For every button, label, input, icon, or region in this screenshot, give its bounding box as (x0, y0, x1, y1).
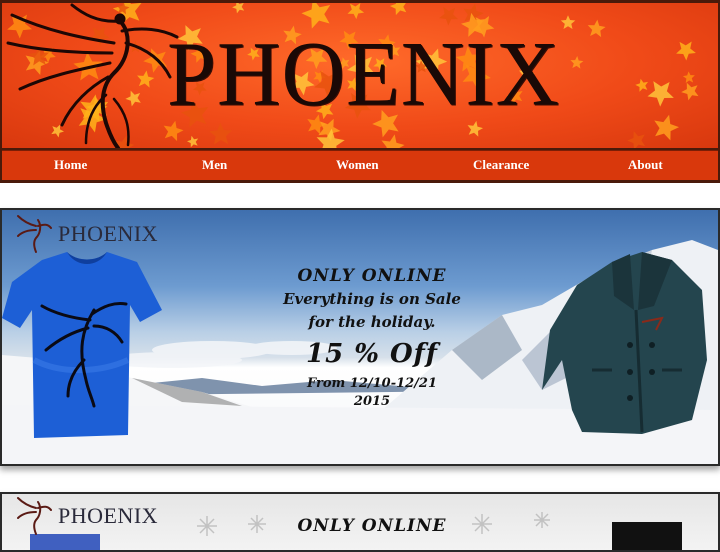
leaf-decoration (627, 131, 646, 148)
leaf-decoration (681, 82, 699, 101)
main-nav: Home Men Women Clearance About (2, 150, 718, 180)
leaf-decoration (635, 78, 649, 92)
nav-home[interactable]: Home (54, 151, 87, 180)
promo-2-message: ONLY ONLINE (252, 514, 492, 538)
leaf-decoration (560, 15, 576, 29)
leaf-decoration (682, 71, 695, 83)
phoenix-logo-icon (17, 497, 52, 535)
leaf-decoration (232, 3, 245, 14)
header-banner: PHOENIX (2, 3, 718, 148)
leaf-decoration (389, 3, 407, 16)
nav-clearance[interactable]: Clearance (473, 151, 529, 180)
promo-discount: 15 % Off (305, 339, 438, 369)
phoenix-bird-icon (6, 3, 179, 148)
promo-subline: Everything is on Sale (283, 290, 461, 308)
promo-2-brand-name: PHOENIX (58, 503, 159, 528)
promo-subline-2: for the holiday. (308, 313, 436, 331)
promo-brand-logo: PHOENIX (16, 214, 158, 254)
leaf-decoration (647, 81, 674, 107)
promo-dates: From 12/10-12/21 (306, 376, 438, 391)
leaf-decoration (186, 135, 199, 148)
leaf-decoration (347, 3, 365, 20)
site-title: PHOENIX (167, 23, 561, 126)
phoenix-logo-icon (17, 215, 52, 253)
nav-women[interactable]: Women (336, 151, 379, 180)
promo-banner-winter[interactable]: PHOENIX ONLY ONLINE (0, 492, 720, 552)
leaf-decoration (587, 19, 606, 38)
leaf-decoration (676, 41, 696, 61)
promo-year: 2015 (353, 394, 391, 409)
leaf-decoration (570, 55, 584, 69)
site-header: PHOENIX Home Men Women Clearance About (0, 0, 720, 183)
leaf-decoration (381, 134, 405, 148)
leaf-decoration (654, 114, 680, 141)
promo-2-brand-logo: PHOENIX (16, 496, 158, 536)
promo-banner-holiday-sale[interactable]: PHOENIX ONLY ONLINE Everything is on Sal… (0, 208, 720, 466)
nav-about[interactable]: About (628, 151, 663, 180)
nav-men[interactable]: Men (202, 151, 227, 180)
promo-2-headline: ONLY ONLINE (297, 516, 447, 536)
promo-headline: ONLY ONLINE (297, 266, 447, 286)
promo-brand-name: PHOENIX (58, 221, 159, 246)
promo-message: ONLY ONLINE Everything is on Sale for th… (252, 264, 492, 411)
